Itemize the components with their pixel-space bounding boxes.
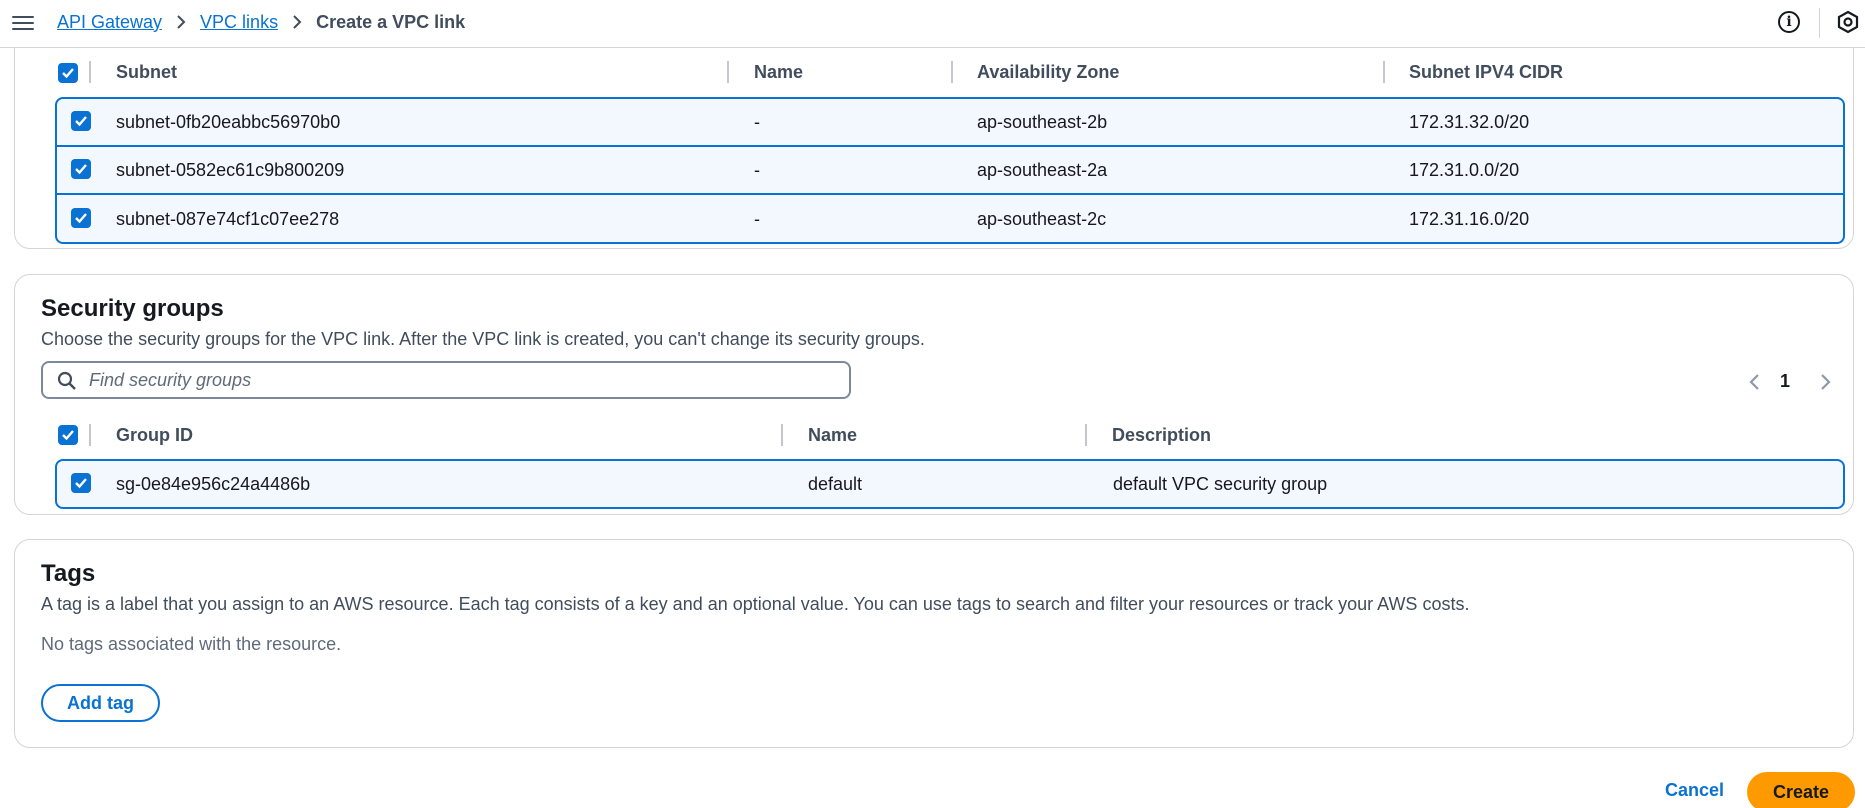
search-field[interactable]: [41, 361, 851, 399]
security-groups-panel: Security groups Choose the security grou…: [14, 274, 1854, 515]
subnet-name: -: [754, 160, 760, 180]
chevron-right-icon: [176, 14, 186, 30]
security-group-selected-rows: sg-0e84e956c24a4486b default default VPC…: [55, 459, 1845, 509]
row-divider: [57, 193, 1843, 195]
column-header-cidr[interactable]: Subnet IPV4 CIDR: [1409, 62, 1563, 83]
select-all-groups-checkbox[interactable]: [58, 425, 78, 445]
column-separator: [89, 424, 91, 446]
column-separator: [89, 61, 91, 83]
breadcrumb-api-gateway[interactable]: API Gateway: [57, 12, 162, 33]
column-header-description[interactable]: Description: [1112, 425, 1211, 446]
checkmark-icon: [75, 164, 87, 175]
table-row[interactable]: subnet-0582ec61c9b800209 - ap-southeast-…: [57, 147, 1843, 195]
divider: [1819, 8, 1820, 38]
subnet-id: subnet-0fb20eabbc56970b0: [116, 112, 341, 132]
top-bar: API Gateway VPC links Create a VPC link …: [0, 0, 1865, 48]
column-header-name[interactable]: Name: [808, 425, 857, 446]
tags-panel: Tags A tag is a label that you assign to…: [14, 539, 1854, 748]
section-title: Security groups: [41, 295, 224, 322]
hexagon-icon[interactable]: [1836, 10, 1860, 34]
column-header-az[interactable]: Availability Zone: [977, 62, 1119, 83]
column-separator[interactable]: [951, 61, 953, 83]
subnet-id: subnet-087e74cf1c07ee278: [116, 209, 340, 229]
checkmark-icon: [62, 430, 74, 441]
group-description: default VPC security group: [1113, 474, 1328, 494]
subnet-az: ap-southeast-2c: [977, 209, 1107, 229]
column-separator[interactable]: [1085, 424, 1087, 446]
checkmark-icon: [75, 213, 87, 224]
chevron-left-icon[interactable]: [1745, 372, 1765, 392]
checkmark-icon: [75, 116, 87, 127]
group-name: default: [808, 474, 863, 494]
row-checkbox[interactable]: [71, 473, 91, 493]
column-header-group-id[interactable]: Group ID: [116, 425, 193, 446]
subnet-name: -: [754, 209, 760, 229]
breadcrumb: API Gateway VPC links Create a VPC link: [57, 10, 465, 34]
chevron-right-icon[interactable]: [1815, 372, 1835, 392]
empty-tags-text: No tags associated with the resource.: [41, 634, 342, 654]
table-row[interactable]: sg-0e84e956c24a4486b default default VPC…: [57, 461, 1843, 507]
column-separator[interactable]: [727, 61, 729, 83]
table-row[interactable]: subnet-0fb20eabbc56970b0 - ap-southeast-…: [57, 99, 1843, 147]
checkmark-icon: [62, 68, 74, 79]
subnet-az: ap-southeast-2b: [977, 112, 1108, 132]
section-title: Tags: [41, 560, 96, 587]
subnets-panel: Subnet Name Availability Zone Subnet IPV…: [14, 20, 1854, 249]
group-id: sg-0e84e956c24a4486b: [116, 474, 311, 494]
checkmark-icon: [75, 478, 87, 489]
subnet-name: -: [754, 112, 760, 132]
hamburger-icon[interactable]: [12, 12, 34, 32]
page-number[interactable]: 1: [1780, 371, 1790, 392]
breadcrumb-vpc-links[interactable]: VPC links: [200, 12, 278, 33]
table-row[interactable]: subnet-087e74cf1c07ee278 - ap-southeast-…: [57, 196, 1843, 242]
search-input[interactable]: [89, 363, 829, 397]
row-checkbox[interactable]: [71, 208, 91, 228]
column-separator[interactable]: [1383, 61, 1385, 83]
section-description: Choose the security groups for the VPC l…: [41, 329, 925, 349]
create-button[interactable]: Create: [1747, 772, 1855, 808]
subnets-selected-rows: subnet-0fb20eabbc56970b0 - ap-southeast-…: [55, 97, 1845, 244]
add-tag-button[interactable]: Add tag: [41, 684, 160, 722]
row-checkbox[interactable]: [71, 111, 91, 131]
subnet-cidr: 172.31.16.0/20: [1409, 209, 1530, 229]
info-icon[interactable]: i: [1778, 11, 1800, 33]
breadcrumb-current: Create a VPC link: [316, 11, 466, 32]
subnet-az: ap-southeast-2a: [977, 160, 1108, 180]
subnet-cidr: 172.31.0.0/20: [1409, 160, 1520, 180]
column-header-name[interactable]: Name: [754, 62, 803, 83]
chevron-right-icon: [292, 14, 302, 30]
column-separator[interactable]: [781, 424, 783, 446]
column-header-subnet[interactable]: Subnet: [116, 62, 177, 83]
search-icon: [57, 371, 76, 390]
row-checkbox[interactable]: [71, 159, 91, 179]
select-all-subnets-checkbox[interactable]: [58, 63, 78, 83]
section-description: A tag is a label that you assign to an A…: [41, 594, 1470, 614]
cancel-button[interactable]: Cancel: [1665, 780, 1724, 801]
subnet-cidr: 172.31.32.0/20: [1409, 112, 1530, 132]
subnet-id: subnet-0582ec61c9b800209: [116, 160, 345, 180]
